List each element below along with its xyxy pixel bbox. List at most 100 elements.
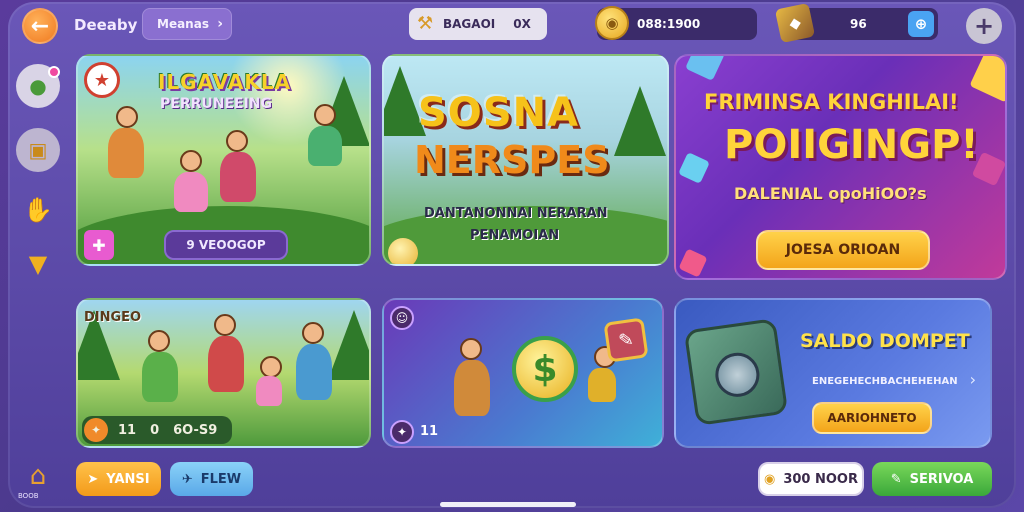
shop-icon: ▣ <box>28 138 48 162</box>
avatar-icon: ☺ <box>390 306 414 330</box>
coin-balance[interactable]: ◉ 088:1900 <box>595 6 757 40</box>
character-head <box>148 330 170 352</box>
player-count: 11 <box>420 424 439 439</box>
character-body <box>454 360 490 416</box>
character-head <box>314 104 336 126</box>
bar-value-c: 6O-S9 <box>173 422 218 438</box>
game-logo: ★ <box>84 62 120 98</box>
globe-icon: ● <box>29 74 47 98</box>
stat-label: BAGAOI <box>443 17 496 31</box>
wallet-card[interactable]: SALDO DOMPET ENEGEHECHBACHEHEHAN › AARIO… <box>674 298 992 448</box>
service-button[interactable]: ✎ SERIVOA <box>872 462 992 496</box>
character-body <box>588 368 616 402</box>
decoration <box>969 56 1005 103</box>
coin-icon: ◉ <box>764 471 776 487</box>
character-body <box>220 152 256 202</box>
character-head <box>302 322 324 344</box>
stat-value: 0X <box>513 17 531 31</box>
home-indicator[interactable] <box>440 502 576 507</box>
character-body <box>256 376 282 406</box>
character-body <box>174 172 208 212</box>
pencil-icon: ✎ <box>890 471 902 487</box>
arrow-left-icon: ← <box>30 13 50 39</box>
tag-button[interactable]: Meanas › <box>142 8 232 40</box>
house-icon: ⌂ <box>29 461 47 491</box>
sidebar-item-home[interactable]: ● <box>16 64 60 108</box>
play-button[interactable]: 9 VEOOGOP <box>164 230 288 260</box>
game-card-3[interactable]: DINGEO ✦ 11 0 6O-S9 <box>76 298 371 448</box>
game-card-1[interactable]: ★ ILGAVAKLA PERRUNEEING ✚ 9 VEOOGOP <box>76 54 371 266</box>
card-title: SOSNA <box>418 90 580 136</box>
wallet-subtitle: ENEGEHECHBACHEHEHAN <box>812 376 958 387</box>
hand-icon: ✋ <box>23 196 53 224</box>
decoration <box>678 152 710 184</box>
medal-icon: ✦ <box>84 418 108 442</box>
dial <box>712 349 763 400</box>
card-title: DINGEO <box>84 310 142 325</box>
arrow-icon: ➤ <box>87 471 99 487</box>
plus-icon: + <box>973 12 995 40</box>
plane-icon: ✈ <box>181 471 193 487</box>
flew-label: FLEW <box>200 471 242 487</box>
yansi-label: YANSI <box>106 471 150 487</box>
promo-card[interactable]: FRIMINSA KINGHILAI! POIIGINGP! DALENIAL … <box>674 54 1007 280</box>
bar-value-a: 11 <box>118 422 137 438</box>
page-title: Deeaby <box>74 16 138 34</box>
service-label: SERIVOA <box>909 471 974 487</box>
character-body <box>142 352 178 402</box>
player-icon: ✦ <box>390 420 414 444</box>
hammer-icon: ⚒ <box>417 13 434 34</box>
plus-icon: ✚ <box>92 235 106 255</box>
chevron-right-icon[interactable]: › <box>970 370 976 389</box>
gem-icon: ◆ <box>774 2 816 44</box>
game-card-4[interactable]: ☺ $ ✎ ✦ 11 <box>382 298 664 448</box>
notification-badge <box>48 66 60 78</box>
card-subtitle: DANTANONNAI NERARAN <box>424 206 608 221</box>
card-subtitle-2: PENAMOIAN <box>470 228 560 243</box>
game-card-2[interactable]: SOSNA NERSPES DANTANONNAI NERARAN PENAMO… <box>382 54 669 266</box>
character-body <box>296 344 332 400</box>
top-bar: ← Deeaby Meanas › ⚒ BAGAOI 0X ◉ 088:1900 ◆ 96… <box>14 2 1010 44</box>
character-head <box>226 130 248 152</box>
character-body <box>208 336 244 392</box>
promo-subtitle: DALENIAL opoHiOO?s <box>734 184 927 203</box>
sidebar-item-hand[interactable]: ✋ <box>16 188 60 232</box>
character-body <box>108 128 144 178</box>
gem-add-icon[interactable]: ⊕ <box>908 11 934 37</box>
chest-icon: ▼ <box>28 250 48 278</box>
tree <box>614 86 666 156</box>
wallet-button[interactable]: AARIOHNETO <box>812 402 932 434</box>
sidebar-bottom-label: BOOB <box>18 492 39 500</box>
card-subtitle: PERRUNEEING <box>160 96 273 112</box>
decoration <box>678 248 708 278</box>
sidebar-item-chest[interactable]: ▼ <box>16 242 60 286</box>
coin-icon: $ <box>512 336 578 402</box>
yansi-button[interactable]: ➤ YANSI <box>76 462 161 496</box>
gem-value: 96 <box>850 17 867 31</box>
character-body <box>308 126 342 166</box>
wallet-title: SALDO DOMPET <box>800 330 970 352</box>
gem-balance[interactable]: ◆ 96 ⊕ <box>774 2 938 44</box>
card-title: ILGAVAKLA <box>158 70 292 94</box>
character-head <box>116 106 138 128</box>
coin-icon: ◉ <box>595 6 629 40</box>
character-head <box>214 314 236 336</box>
promo-title-2: POIIGINGP! <box>724 122 979 168</box>
wallet-icon <box>683 318 789 426</box>
flew-button[interactable]: ✈ FLEW <box>170 462 253 496</box>
add-button[interactable]: ✚ <box>84 230 114 260</box>
bar-value-b: 0 <box>150 422 160 438</box>
chevron-right-icon: › <box>217 16 223 32</box>
character-head <box>260 356 282 378</box>
coin-button[interactable]: ◉ 300 NOOR <box>758 462 864 496</box>
card-title-2: NERSPES <box>414 138 610 182</box>
plus-button[interactable]: + <box>966 8 1002 44</box>
back-button[interactable]: ← <box>22 8 58 44</box>
sidebar: ● ▣ ✋ ▼ ⌂ BOOB <box>14 60 62 500</box>
decoration <box>685 56 725 81</box>
promo-button[interactable]: JOESA ORIOAN <box>756 230 930 270</box>
coin-button-label: 300 NOOR <box>783 471 858 487</box>
sidebar-item-shop[interactable]: ▣ <box>16 128 60 172</box>
character-head <box>460 338 482 360</box>
stat-pill[interactable]: ⚒ BAGAOI 0X <box>409 8 547 40</box>
